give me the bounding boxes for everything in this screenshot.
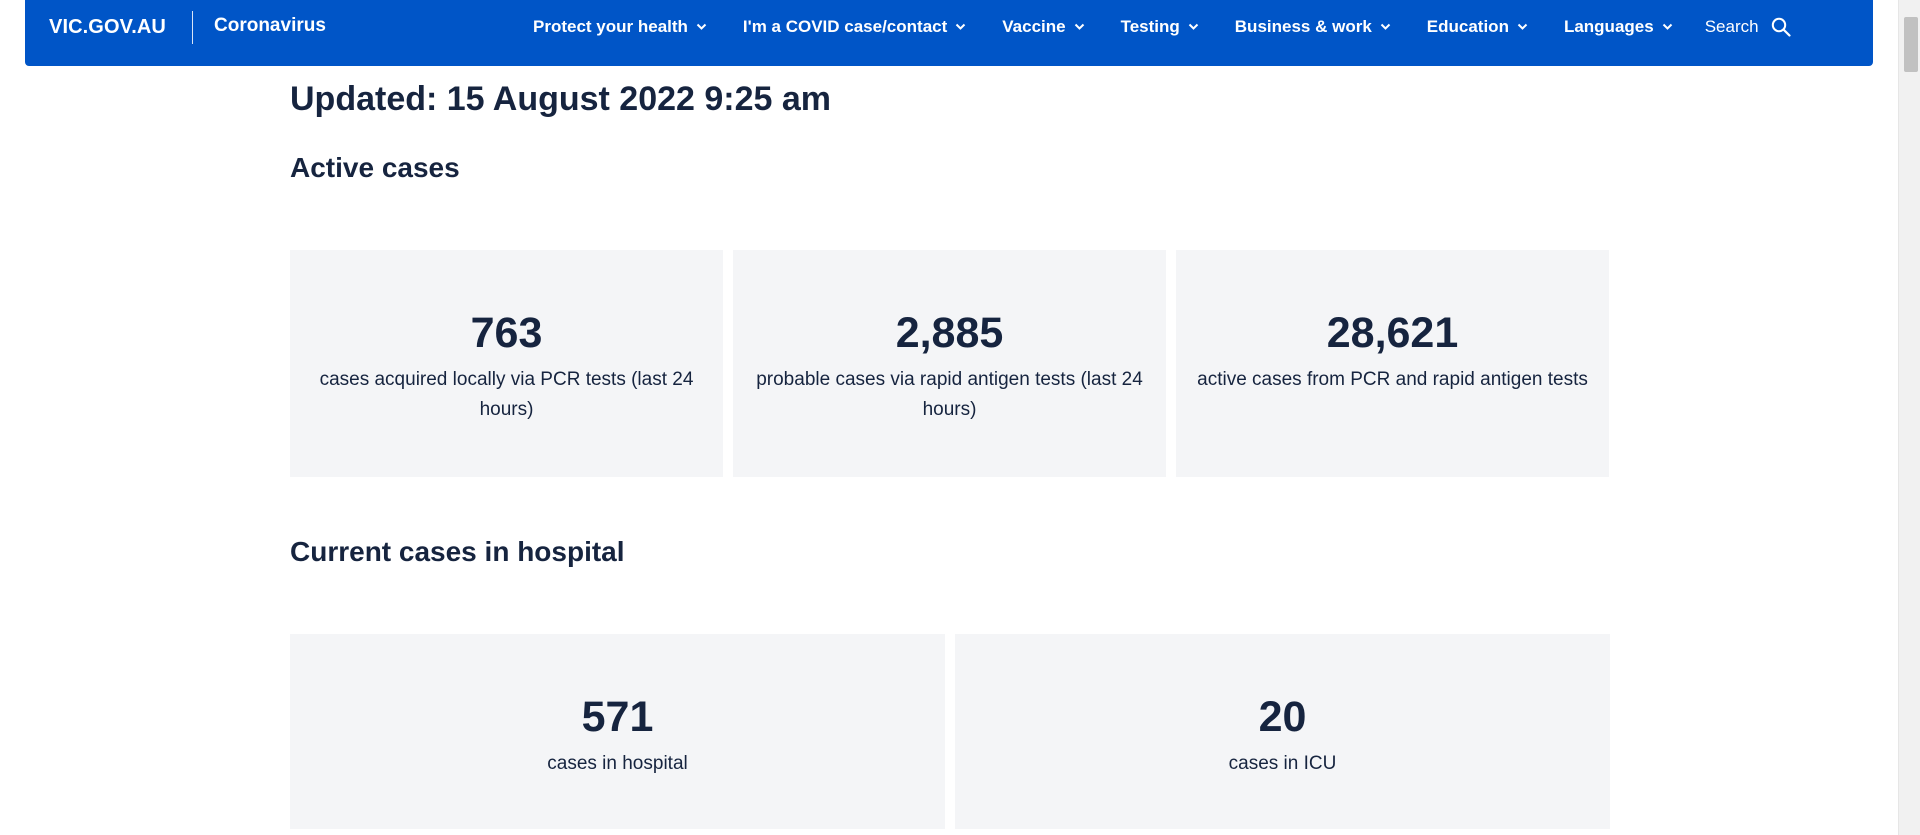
chevron-down-icon bbox=[1662, 23, 1672, 30]
stat-description: active cases from PCR and rapid antigen … bbox=[1197, 369, 1588, 390]
stat-description: cases in hospital bbox=[547, 753, 688, 774]
main-nav: Protect your health I'm a COVID case/con… bbox=[533, 0, 1791, 54]
nav-label: I'm a COVID case/contact bbox=[742, 17, 948, 36]
nav-vaccine[interactable]: Vaccine bbox=[1002, 17, 1084, 37]
page-scrollbar[interactable] bbox=[1898, 0, 1920, 835]
nav-label: Testing bbox=[1120, 17, 1180, 36]
nav-languages[interactable]: Languages bbox=[1564, 17, 1673, 37]
nav-testing[interactable]: Testing bbox=[1121, 17, 1199, 37]
chevron-down-icon bbox=[1074, 23, 1084, 30]
stat-description: probable cases via rapid antigen tests (… bbox=[756, 369, 1143, 420]
brand-divider bbox=[192, 11, 193, 44]
hospital-heading: Current cases in hospital bbox=[290, 536, 625, 567]
chevron-down-icon bbox=[1380, 23, 1390, 30]
stat-card-rapid-antigen: 2,885 probable cases via rapid antigen t… bbox=[733, 250, 1166, 477]
nav-protect-your-health[interactable]: Protect your health bbox=[533, 17, 707, 37]
hospital-cards: 571 cases in hospital 20 cases in ICU bbox=[290, 634, 1610, 829]
stat-description: cases acquired locally via PCR tests (la… bbox=[319, 369, 694, 420]
updated-timestamp: Updated: 15 August 2022 9:25 am bbox=[290, 80, 832, 118]
stat-card-icu: 20 cases in ICU bbox=[955, 634, 1610, 829]
search-label: Search bbox=[1704, 17, 1759, 36]
chevron-down-icon bbox=[1517, 23, 1528, 30]
nav-label: Business & work bbox=[1234, 17, 1372, 36]
scrollbar-thumb[interactable] bbox=[1904, 17, 1918, 72]
nav-label: Languages bbox=[1563, 17, 1654, 36]
search-button[interactable]: Search bbox=[1705, 17, 1791, 37]
nav-education[interactable]: Education bbox=[1427, 17, 1528, 37]
chevron-down-icon bbox=[696, 23, 707, 30]
active-cases-heading: Active cases bbox=[290, 152, 460, 183]
stat-card-hospital: 571 cases in hospital bbox=[290, 634, 945, 829]
stat-description: cases in ICU bbox=[1228, 753, 1337, 774]
chevron-down-icon bbox=[1188, 23, 1198, 30]
chevron-down-icon bbox=[956, 23, 966, 30]
site-header: VIC.GOV.AU Coronavirus Protect your heal… bbox=[25, 0, 1873, 66]
nav-business-work[interactable]: Business & work bbox=[1235, 17, 1391, 37]
search-icon bbox=[1771, 17, 1791, 37]
stat-card-active-total: 28,621 active cases from PCR and rapid a… bbox=[1176, 250, 1609, 477]
stat-value: 28,621 bbox=[1326, 309, 1459, 357]
nav-covid-case-contact[interactable]: I'm a COVID case/contact bbox=[743, 17, 966, 37]
vic-gov-au-logo-link[interactable]: VIC.GOV.AU bbox=[49, 16, 166, 39]
stat-card-local-pcr: 763 cases acquired locally via PCR tests… bbox=[290, 250, 723, 477]
nav-label: Vaccine bbox=[1002, 17, 1066, 36]
stat-value: 571 bbox=[581, 693, 654, 741]
active-cases-cards: 763 cases acquired locally via PCR tests… bbox=[290, 250, 1609, 477]
nav-label: Education bbox=[1426, 17, 1509, 36]
stat-value: 2,885 bbox=[895, 309, 1004, 357]
stat-value: 763 bbox=[470, 309, 543, 357]
stat-value: 20 bbox=[1258, 693, 1307, 741]
coronavirus-home-link[interactable]: Coronavirus bbox=[214, 15, 326, 37]
nav-label: Protect your health bbox=[533, 17, 688, 36]
